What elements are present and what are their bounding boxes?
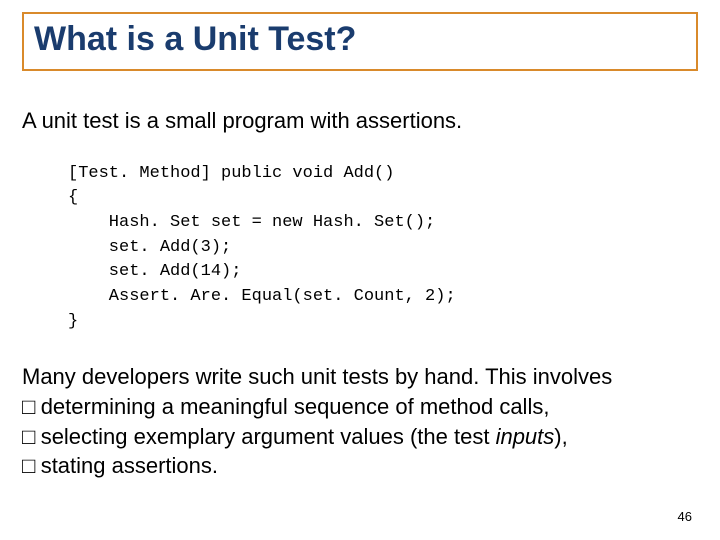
- outro-bullet: □stating assertions.: [22, 451, 698, 481]
- title-box: What is a Unit Test?: [22, 12, 698, 71]
- box-icon: □: [22, 451, 41, 481]
- slide-title: What is a Unit Test?: [34, 20, 686, 59]
- outro-bullet: □determining a meaningful sequence of me…: [22, 392, 698, 422]
- outro-block: Many developers write such unit tests by…: [22, 362, 698, 481]
- code-line: Assert. Are. Equal(set. Count, 2);: [68, 287, 456, 306]
- bullet-text: stating assertions.: [41, 453, 218, 478]
- box-icon: □: [22, 392, 41, 422]
- outro-lead: Many developers write such unit tests by…: [22, 362, 698, 392]
- page-number: 46: [678, 509, 692, 524]
- code-block: [Test. Method] public void Add() { Hash.…: [68, 162, 698, 334]
- bullet-text-pre: selecting exemplary argument values (the…: [41, 424, 496, 449]
- bullet-text: determining a meaningful sequence of met…: [41, 394, 550, 419]
- code-line: Hash. Set set = new Hash. Set();: [68, 213, 435, 232]
- code-line: {: [68, 188, 78, 207]
- bullet-text-em: inputs: [496, 424, 555, 449]
- intro-text: A unit test is a small program with asse…: [22, 107, 698, 136]
- box-icon: □: [22, 422, 41, 452]
- bullet-text-post: ),: [554, 424, 567, 449]
- code-line: }: [68, 312, 78, 331]
- code-line: [Test. Method] public void Add(): [68, 164, 394, 183]
- outro-bullet: □selecting exemplary argument values (th…: [22, 422, 698, 452]
- code-line: set. Add(14);: [68, 262, 241, 281]
- code-line: set. Add(3);: [68, 238, 231, 257]
- slide: What is a Unit Test? A unit test is a sm…: [0, 0, 720, 540]
